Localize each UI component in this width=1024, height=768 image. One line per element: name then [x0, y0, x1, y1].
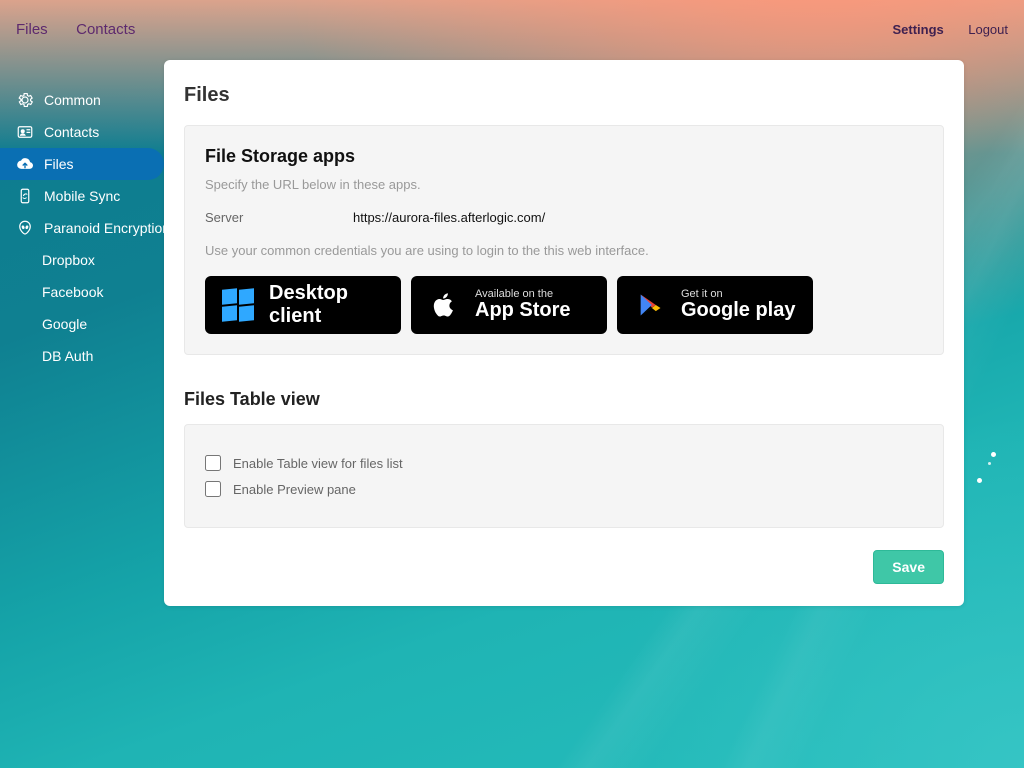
windows-icon [221, 288, 255, 322]
nav-files[interactable]: Files [16, 21, 48, 38]
table-view-card: Enable Table view for files list Enable … [184, 424, 944, 528]
server-value: https://aurora-files.afterlogic.com/ [353, 210, 545, 225]
sidebar-item-label: Dropbox [42, 252, 95, 268]
server-row: Server https://aurora-files.afterlogic.c… [205, 210, 923, 225]
sidebar-item-common[interactable]: Common [0, 84, 164, 116]
idcard-icon [16, 123, 34, 141]
alien-icon [16, 219, 34, 237]
checkbox-preview-pane[interactable] [205, 481, 221, 497]
nav-contacts[interactable]: Contacts [76, 21, 135, 38]
opt-table-view[interactable]: Enable Table view for files list [205, 455, 923, 471]
sidebar-sub-dropbox[interactable]: Dropbox [0, 244, 164, 276]
sidebar-item-label: DB Auth [42, 348, 93, 364]
sidebar: Common Contacts Files Mobile Sync Parano… [0, 60, 164, 606]
sidebar-item-label: Facebook [42, 284, 103, 300]
sidebar-sub-google[interactable]: Google [0, 308, 164, 340]
sidebar-item-label: Mobile Sync [44, 188, 120, 204]
badge-line1: Desktop [269, 282, 348, 305]
checkbox-table-view[interactable] [205, 455, 221, 471]
panel-footer: Save [184, 550, 944, 584]
sidebar-item-paranoid[interactable]: Paranoid Encryption [0, 212, 164, 244]
sidebar-item-label: Common [44, 92, 101, 108]
settings-panel: Files File Storage apps Specify the URL … [164, 60, 964, 606]
badge-big: Google play [681, 300, 795, 321]
file-storage-card: File Storage apps Specify the URL below … [184, 125, 944, 355]
mobile-sync-icon [16, 187, 34, 205]
badge-play[interactable]: Get it on Google play [617, 276, 813, 334]
cloud-upload-icon [16, 155, 34, 173]
card-hint: Use your common credentials you are usin… [205, 243, 923, 258]
section-title-table-view: Files Table view [184, 389, 944, 410]
card-desc: Specify the URL below in these apps. [205, 177, 923, 192]
sidebar-sub-facebook[interactable]: Facebook [0, 276, 164, 308]
play-icon [633, 288, 667, 322]
sidebar-item-contacts[interactable]: Contacts [0, 116, 164, 148]
app-badges: Desktop client Available on the App Stor… [205, 276, 923, 334]
page-title: Files [184, 84, 944, 107]
sidebar-item-label: Contacts [44, 124, 99, 140]
nav-right: Settings Logout [872, 21, 1008, 39]
opt-label: Enable Preview pane [233, 482, 356, 497]
badge-big: App Store [475, 300, 571, 321]
save-button[interactable]: Save [873, 550, 944, 584]
apple-icon [427, 288, 461, 322]
card-title: File Storage apps [205, 146, 923, 167]
gear-icon [16, 91, 34, 109]
badge-desktop[interactable]: Desktop client [205, 276, 401, 334]
nav-left: Files Contacts [16, 21, 159, 39]
sidebar-item-mobile-sync[interactable]: Mobile Sync [0, 180, 164, 212]
opt-preview-pane[interactable]: Enable Preview pane [205, 481, 923, 497]
top-bar: Files Contacts Settings Logout [0, 0, 1024, 60]
sidebar-item-label: Google [42, 316, 87, 332]
sidebar-sub-dbauth[interactable]: DB Auth [0, 340, 164, 372]
sidebar-item-files[interactable]: Files [0, 148, 164, 180]
badge-line2: client [269, 305, 348, 328]
sidebar-item-label: Files [44, 156, 74, 172]
server-label: Server [205, 210, 353, 225]
badge-appstore[interactable]: Available on the App Store [411, 276, 607, 334]
nav-logout[interactable]: Logout [968, 22, 1008, 37]
sidebar-item-label: Paranoid Encryption [44, 220, 164, 236]
nav-settings[interactable]: Settings [892, 22, 943, 37]
opt-label: Enable Table view for files list [233, 456, 403, 471]
